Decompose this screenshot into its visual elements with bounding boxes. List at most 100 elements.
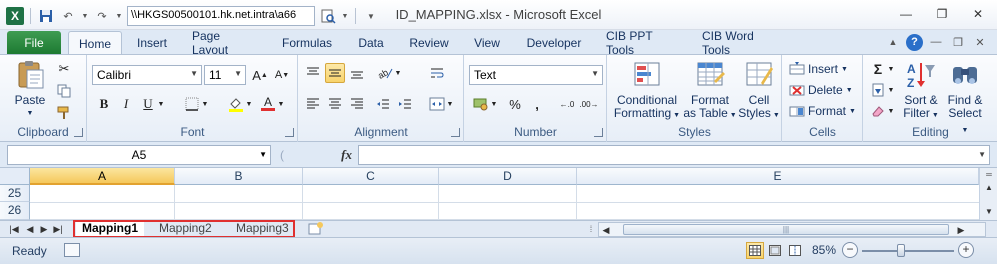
page-layout-view-icon[interactable] (766, 242, 784, 259)
redo-dropdown-icon[interactable]: ▼ (115, 7, 123, 25)
cell-styles-button[interactable]: Cell Styles ▼ (738, 59, 780, 122)
paste-button[interactable]: Paste ▼ (8, 59, 52, 120)
increase-indent-icon[interactable] (395, 94, 415, 114)
insert-worksheet-icon[interactable] (308, 222, 326, 236)
delete-cells-button[interactable]: Delete ▼ (789, 80, 853, 100)
decrease-decimal-icon[interactable]: .00→ (579, 94, 599, 114)
workbook-close-icon[interactable]: ✕ (971, 33, 989, 51)
align-top-icon[interactable] (303, 63, 323, 83)
zoom-slider-thumb[interactable] (897, 244, 905, 257)
help-icon[interactable]: ? (906, 33, 923, 51)
scroll-left-icon[interactable]: ◀ (600, 223, 612, 237)
italic-icon[interactable]: I (116, 94, 136, 114)
file-path-box[interactable]: \\HKGS00500101.hk.net.intra\a66 (127, 6, 315, 26)
column-header-e[interactable]: E (577, 168, 979, 185)
align-center-icon[interactable] (325, 94, 345, 114)
clear-dropdown-icon[interactable]: ▼ (886, 101, 896, 121)
save-icon[interactable] (37, 7, 55, 25)
scroll-up-icon[interactable]: ▲ (982, 182, 996, 193)
formula-input[interactable]: ▼ (358, 145, 990, 165)
percent-style-button[interactable]: % (505, 94, 525, 114)
print-preview-dropdown-icon[interactable]: ▼ (341, 7, 349, 25)
undo-icon[interactable]: ↶ (59, 7, 77, 25)
orientation-icon[interactable]: ab (375, 63, 395, 83)
tab-home[interactable]: Home (68, 31, 122, 55)
record-macro-icon[interactable] (64, 243, 80, 257)
align-bottom-icon[interactable] (347, 63, 367, 83)
tab-formulas[interactable]: Formulas (276, 31, 338, 54)
autosum-icon[interactable]: Σ (868, 59, 888, 79)
tab-cib-word-tools[interactable]: CIB Word Tools (696, 29, 788, 57)
clipboard-launcher-icon[interactable] (74, 128, 83, 137)
zoom-out-icon[interactable]: − (842, 242, 858, 258)
prev-sheet-icon[interactable]: ◀ (24, 222, 36, 236)
merge-center-dropdown-icon[interactable]: ▼ (445, 94, 455, 114)
tab-cib-ppt-tools[interactable]: CIB PPT Tools (600, 29, 682, 57)
horizontal-scrollbar[interactable]: ◀ ||| ▶ (598, 222, 986, 237)
normal-view-icon[interactable] (746, 242, 764, 259)
zoom-level[interactable]: 85% (812, 243, 836, 257)
next-sheet-icon[interactable]: ▶ (38, 222, 50, 236)
number-launcher-icon[interactable] (594, 128, 603, 137)
underline-icon[interactable]: U (138, 94, 158, 114)
copy-icon[interactable] (54, 81, 74, 101)
increase-decimal-icon[interactable]: ←.0 (557, 94, 577, 114)
row-header-25[interactable]: 25 (0, 185, 30, 202)
row-header-26[interactable]: 26 (0, 202, 30, 220)
close-icon[interactable]: ✕ (967, 6, 989, 22)
insert-cells-button[interactable]: Insert ▼ (789, 59, 848, 79)
worksheet-grid[interactable]: A B C D E 25 26 (0, 168, 979, 220)
tab-insert[interactable]: Insert (128, 31, 176, 54)
customize-qat-icon[interactable]: ▼ (362, 7, 380, 25)
accounting-format-dropdown-icon[interactable]: ▼ (489, 94, 499, 114)
scroll-down-icon[interactable]: ▼ (982, 206, 996, 217)
borders-dropdown-icon[interactable]: ▼ (200, 94, 210, 114)
merge-center-icon[interactable] (427, 94, 447, 114)
select-all-corner[interactable] (0, 168, 30, 185)
sort-filter-button[interactable]: AZ Sort & Filter ▼ (900, 59, 942, 122)
zoom-in-icon[interactable]: + (958, 242, 974, 258)
font-color-dropdown-icon[interactable]: ▼ (276, 94, 286, 114)
font-size-combo[interactable]: 11 ▼ (204, 65, 246, 85)
tab-split-handle[interactable]: ⁞ (588, 222, 594, 236)
print-preview-icon[interactable] (319, 7, 337, 25)
alignment-launcher-icon[interactable] (451, 128, 460, 137)
font-color-icon[interactable]: A (258, 94, 278, 114)
format-painter-icon[interactable] (54, 103, 74, 123)
tab-file[interactable]: File (7, 31, 61, 54)
cut-icon[interactable]: ✂ (54, 59, 74, 79)
column-header-b[interactable]: B (175, 168, 303, 185)
tab-developer[interactable]: Developer (520, 31, 588, 54)
fill-icon[interactable] (868, 80, 888, 100)
align-left-icon[interactable] (303, 94, 323, 114)
restore-icon[interactable]: ❐ (931, 6, 953, 22)
minimize-icon[interactable]: — (895, 6, 917, 22)
excel-logo-icon[interactable]: X (6, 7, 24, 25)
expand-formula-bar-icon[interactable]: ▼ (978, 150, 986, 159)
split-box-icon[interactable]: ═ (982, 169, 996, 180)
wrap-text-icon[interactable] (427, 63, 447, 83)
font-name-combo[interactable]: Calibri ▼ (92, 65, 202, 85)
tab-review[interactable]: Review (404, 31, 454, 54)
redo-icon[interactable]: ↷ (93, 7, 111, 25)
minimize-ribbon-icon[interactable]: ▲ (884, 33, 902, 51)
workbook-minimize-icon[interactable]: — (927, 33, 945, 51)
align-middle-icon[interactable] (325, 63, 345, 83)
tab-page-layout[interactable]: Page Layout (186, 29, 264, 57)
borders-icon[interactable] (182, 94, 202, 114)
underline-dropdown-icon[interactable]: ▼ (156, 94, 166, 114)
comma-style-button[interactable]: , (527, 94, 547, 114)
last-sheet-icon[interactable]: ▶| (52, 222, 64, 236)
workbook-restore-icon[interactable]: ❐ (949, 33, 967, 51)
accounting-format-icon[interactable] (471, 94, 491, 114)
insert-function-button[interactable]: fx (341, 147, 352, 163)
column-header-d[interactable]: D (439, 168, 577, 185)
font-launcher-icon[interactable] (285, 128, 294, 137)
first-sheet-icon[interactable]: |◀ (8, 222, 20, 236)
shrink-font-icon[interactable]: A ▼ (272, 65, 292, 85)
fill-color-icon[interactable] (226, 94, 246, 114)
fill-dropdown-icon[interactable]: ▼ (886, 80, 896, 100)
format-as-table-button[interactable]: Format as Table ▼ (682, 59, 738, 122)
scroll-right-icon[interactable]: ▶ (955, 223, 967, 237)
column-header-c[interactable]: C (303, 168, 439, 185)
